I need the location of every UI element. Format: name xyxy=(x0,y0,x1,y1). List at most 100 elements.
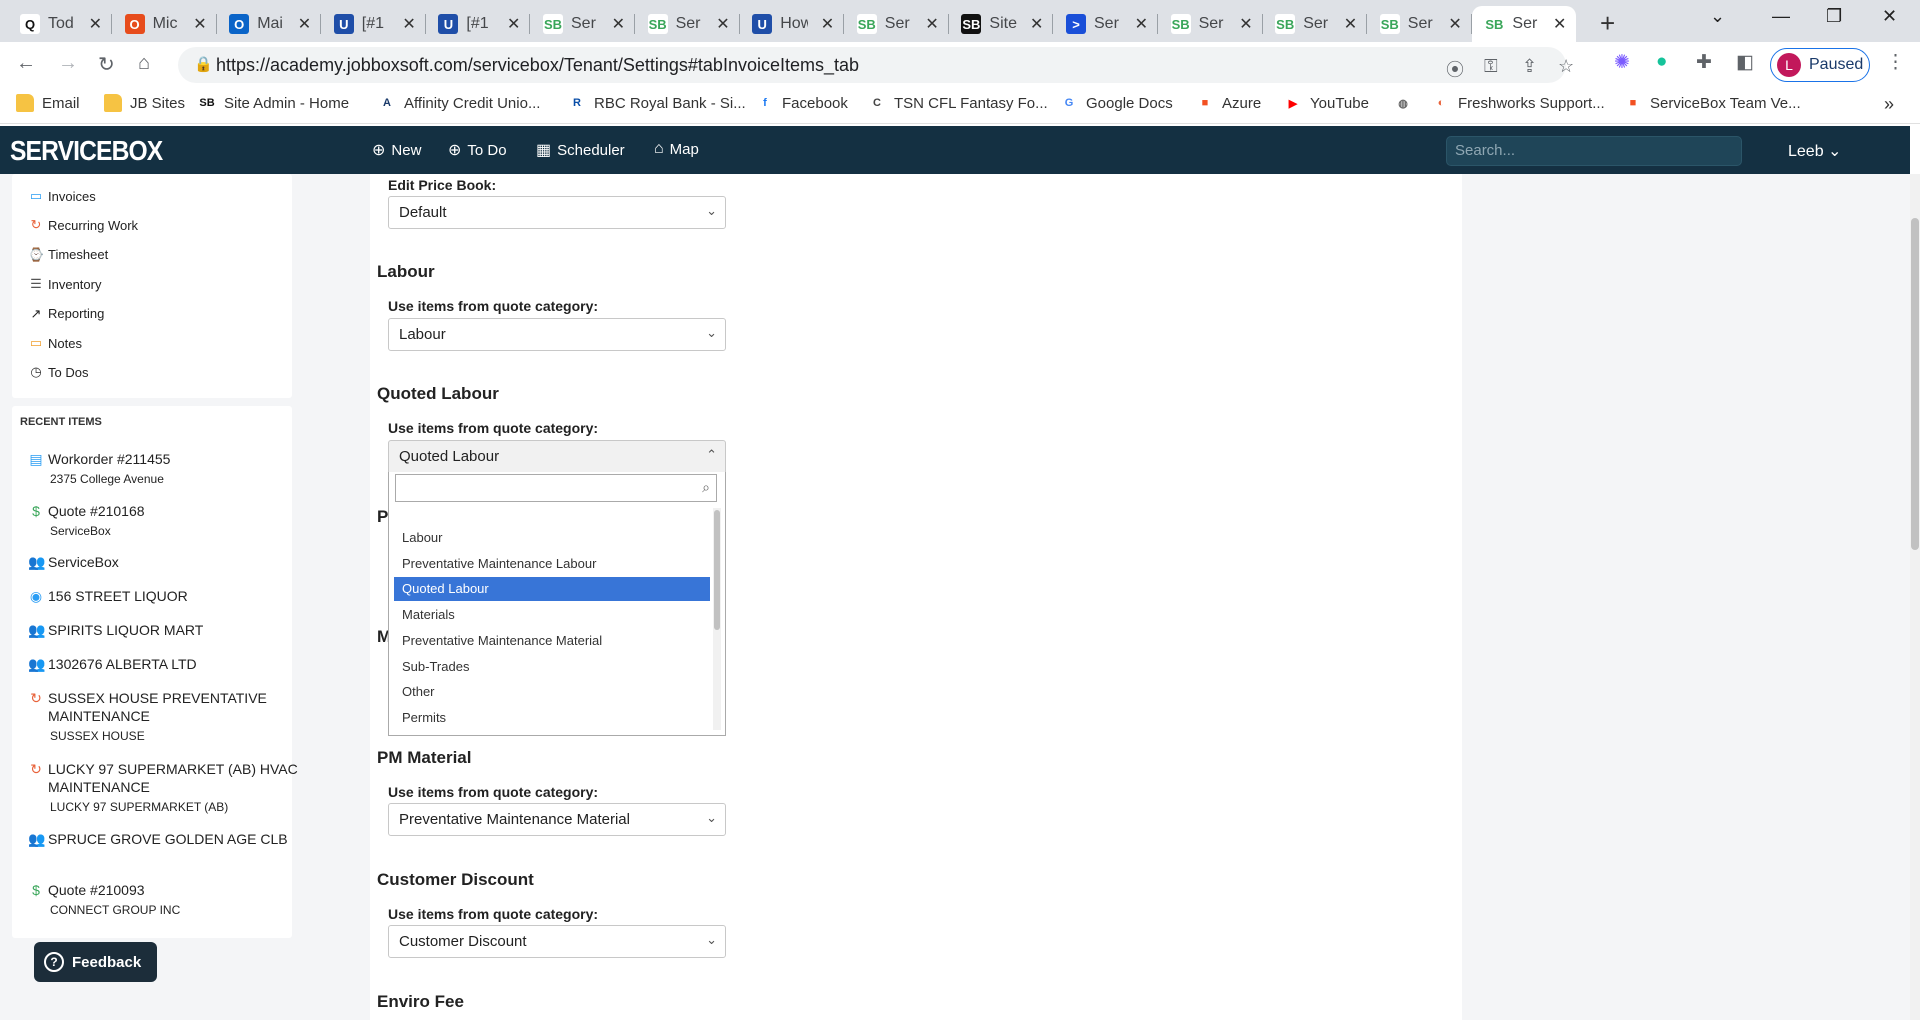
sidebar-item-timesheet[interactable]: ⌚ Timesheet xyxy=(28,247,108,263)
nav-new[interactable]: ⊕ New xyxy=(372,140,421,160)
browser-tab[interactable]: SB Ser ✕ xyxy=(636,6,740,42)
browser-tab[interactable]: O Mic ✕ xyxy=(113,6,217,42)
tab-close-icon[interactable]: ✕ xyxy=(298,14,311,34)
tab-close-icon[interactable]: ✕ xyxy=(1344,14,1357,34)
address-bar[interactable]: 🔒 https://academy.jobboxsoft.com/service… xyxy=(178,47,1574,83)
bookmark-item[interactable]: ▶ YouTube xyxy=(1284,94,1369,112)
search-input[interactable]: Search... xyxy=(1446,136,1742,166)
page-scroll-thumb[interactable] xyxy=(1911,218,1919,550)
tab-close-icon[interactable]: ✕ xyxy=(402,14,415,34)
hidden-section-title: P xyxy=(377,507,389,526)
user-menu[interactable]: Leeb ⌄ xyxy=(1788,141,1841,161)
tab-close-icon[interactable]: ✕ xyxy=(1448,14,1461,34)
tab-close-icon[interactable]: ✕ xyxy=(1239,14,1252,34)
forward-icon[interactable]: → xyxy=(58,52,78,75)
puzzle-icon[interactable]: ✚ xyxy=(1696,51,1712,74)
browser-tab[interactable]: U [#1 ✕ xyxy=(322,6,426,42)
bookmark-item[interactable]: ■ Azure xyxy=(1196,94,1262,112)
dropdown-option[interactable]: Preventative Maintenance Labour xyxy=(394,552,710,576)
quoted-labour-category-select[interactable]: Quoted Labour ⌃ xyxy=(388,440,726,473)
feedback-button[interactable]: ? Feedback xyxy=(34,942,158,982)
browser-tab[interactable]: SB Ser ✕ xyxy=(1159,6,1263,42)
dropdown-option[interactable]: Materials xyxy=(394,603,710,627)
browser-tab[interactable]: SB Ser ✕ xyxy=(1368,6,1472,42)
bookmark-star-icon[interactable]: ☆ xyxy=(1558,56,1574,77)
bookmark-item[interactable]: C TSN CFL Fantasy Fo... xyxy=(868,94,1048,112)
recent-item-subtitle: CONNECT GROUP INC xyxy=(50,903,181,917)
sidebar-item-reporting[interactable]: ↗ Reporting xyxy=(28,306,105,322)
more-bookmarks-icon[interactable]: » xyxy=(1884,94,1894,115)
maximize-icon[interactable]: ❐ xyxy=(1826,6,1842,27)
bookmark-item[interactable]: ◐ Freshworks Support... xyxy=(1432,94,1605,112)
tab-search-icon[interactable]: ⌄ xyxy=(1710,6,1725,27)
lock-icon[interactable]: 🔒 xyxy=(194,55,213,73)
browser-tab[interactable]: Q Tod ✕ xyxy=(8,6,112,42)
tab-close-icon[interactable]: ✕ xyxy=(1030,14,1043,34)
tab-close-icon[interactable]: ✕ xyxy=(821,14,834,34)
price-book-select[interactable]: Default ⌄ xyxy=(388,196,726,229)
sidebar-item-to-dos[interactable]: ◷ To Dos xyxy=(28,364,88,380)
customer-discount-category-select[interactable]: Customer Discount ⌄ xyxy=(388,925,726,958)
bookmark-item[interactable]: ◍ xyxy=(1394,94,1420,112)
sidebar-item-invoices[interactable]: ▭ Invoices xyxy=(28,188,96,204)
bookmark-item[interactable]: G Google Docs xyxy=(1060,94,1173,112)
sidebar-item-notes[interactable]: ▭ Notes xyxy=(28,335,82,351)
tab-close-icon[interactable]: ✕ xyxy=(1553,14,1566,34)
dropdown-search[interactable]: ⌕ xyxy=(395,474,717,502)
pm-material-category-select[interactable]: Preventative Maintenance Material ⌄ xyxy=(388,803,726,836)
bookmark-item[interactable]: ■ ServiceBox Team Ve... xyxy=(1624,94,1801,112)
side-panel-icon[interactable]: ◧ xyxy=(1736,51,1754,74)
sidebar-item-icon: ▭ xyxy=(29,188,43,203)
share-icon[interactable]: ⇪ xyxy=(1522,56,1537,77)
browser-tab[interactable]: SB Ser ✕ xyxy=(1263,6,1368,42)
key-icon[interactable]: ⚿ xyxy=(1484,56,1498,77)
reload-icon[interactable]: ↻ xyxy=(98,52,115,77)
minimize-icon[interactable]: — xyxy=(1772,6,1790,27)
bookmark-item[interactable]: Email xyxy=(16,94,80,112)
dropdown-scroll-thumb[interactable] xyxy=(714,510,720,630)
bookmark-item[interactable]: A Affinity Credit Unio... xyxy=(378,94,540,112)
browser-tab[interactable]: SB Ser ✕ xyxy=(1472,6,1577,42)
nav-map[interactable]: ⌂ Map xyxy=(654,140,699,158)
browser-tab[interactable]: SB Ser ✕ xyxy=(845,6,949,42)
tab-close-icon[interactable]: ✕ xyxy=(507,14,520,34)
dropdown-option[interactable]: Sub-Trades xyxy=(394,655,710,679)
bookmark-item[interactable]: f Facebook xyxy=(756,94,848,112)
close-window-icon[interactable]: ✕ xyxy=(1882,6,1897,27)
profile-button[interactable]: L Paused xyxy=(1770,48,1870,82)
location-icon[interactable]: ⦿ xyxy=(1446,56,1464,82)
labour-category-select[interactable]: Labour ⌄ xyxy=(388,318,726,351)
dropdown-option[interactable]: Labour xyxy=(394,526,710,550)
dropdown-option[interactable]: Other xyxy=(394,680,710,704)
browser-tab[interactable]: > Ser ✕ xyxy=(1054,6,1158,42)
new-tab-icon[interactable]: + xyxy=(1600,8,1615,39)
bookmark-item[interactable]: R RBC Royal Bank - Si... xyxy=(568,94,746,112)
browser-tab[interactable]: SB Site ✕ xyxy=(949,6,1054,42)
tab-close-icon[interactable]: ✕ xyxy=(1135,14,1148,34)
nav-scheduler[interactable]: ▦ Scheduler xyxy=(536,140,625,160)
home-icon[interactable]: ⌂ xyxy=(138,52,150,75)
browser-tab[interactable]: U How ✕ xyxy=(740,6,845,42)
tab-close-icon[interactable]: ✕ xyxy=(925,14,938,34)
sidebar-item-inventory[interactable]: ☰ Inventory xyxy=(28,276,101,292)
grammarly-icon[interactable]: ● xyxy=(1656,51,1667,73)
dropdown-option[interactable]: Quoted Labour xyxy=(394,577,710,602)
browser-tab[interactable]: O Mai ✕ xyxy=(217,6,322,42)
tab-close-icon[interactable]: ✕ xyxy=(193,14,206,34)
tab-close-icon[interactable]: ✕ xyxy=(89,14,102,34)
extension-icon[interactable]: ✺ xyxy=(1614,51,1630,74)
dropdown-option[interactable]: Permits xyxy=(394,706,710,730)
menu-icon[interactable]: ⋮ xyxy=(1886,51,1905,74)
back-icon[interactable]: ← xyxy=(16,52,36,75)
dropdown-option[interactable]: Preventative Maintenance Material xyxy=(394,629,710,653)
nav-todo[interactable]: ⊕ To Do xyxy=(448,140,507,160)
servicebox-logo[interactable]: SERVICEBOX xyxy=(10,135,163,167)
tab-close-icon[interactable]: ✕ xyxy=(612,14,625,34)
bookmark-item[interactable]: JB Sites xyxy=(104,94,185,112)
browser-tab[interactable]: U [#1 ✕ xyxy=(426,6,531,42)
tab-close-icon[interactable]: ✕ xyxy=(716,14,729,34)
browser-tab[interactable]: SB Ser ✕ xyxy=(531,6,635,42)
bookmark-item[interactable]: SB Site Admin - Home xyxy=(198,94,349,112)
sidebar-item-recurring-work[interactable]: ↻ Recurring Work xyxy=(28,217,139,233)
dropdown-search-input[interactable] xyxy=(400,476,690,500)
